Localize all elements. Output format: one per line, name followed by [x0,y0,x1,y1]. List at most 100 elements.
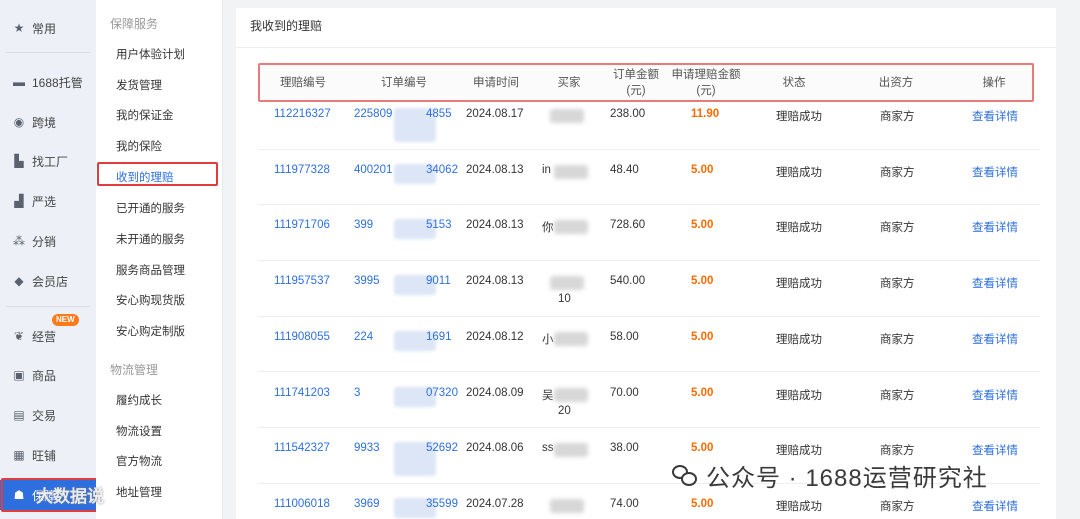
order-id-suffix[interactable]: 5153 [426,219,452,231]
globe-icon: ◉ [13,115,25,129]
table-row: 111977328 400201 34062 2024.08.13 in 48.40 5.0… [258,150,1040,206]
payer: 商家方 [880,222,915,235]
claim-id-link[interactable]: 111542327 [274,442,330,454]
shop-icon: ▦ [13,448,25,462]
payer: 商家方 [880,500,915,513]
claim-status: 理赔成功 [776,111,822,123]
menu-item-address[interactable]: 地址管理 [116,484,162,500]
nav-item-trade[interactable]: ▤ 交易 [0,400,96,430]
view-details-link[interactable]: 查看详情 [972,219,1018,235]
claim-id-link[interactable]: 111908055 [274,331,330,343]
menu-item-enabled-services[interactable]: 已开通的服务 [116,200,185,216]
apply-date: 2024.08.13 [466,219,524,232]
claim-amount: 11.90 [691,108,720,120]
claim-status: 理赔成功 [776,389,822,402]
view-details-link[interactable]: 查看详情 [972,164,1018,180]
order-id-suffix[interactable]: 34062 [426,164,458,176]
nav-item-selection[interactable]: ▟ 严选 [0,186,96,216]
order-amount: 74.00 [610,497,639,510]
menu-item-assured-custom[interactable]: 安心购定制版 [116,323,185,339]
menu-item-experience-plan[interactable]: 用户体验计划 [116,46,185,62]
claim-status: 理赔成功 [776,278,822,291]
view-details-link[interactable]: 查看详情 [972,387,1018,403]
order-id-suffix[interactable]: 1691 [426,331,452,343]
menu-item-shipping[interactable]: 发货管理 [116,77,162,93]
menu-group-title: 物流管理 [110,363,159,377]
claim-id-link[interactable]: 111977328 [274,164,330,176]
order-id-prefix[interactable]: 3995 [354,275,380,287]
table-row: 111908055 224 1691 2024.08.12 小 58.00 5.00 理赔成功… [258,317,1040,373]
payer: 商家方 [880,166,915,179]
order-id-prefix[interactable]: 3 [354,387,360,399]
nav-item-products[interactable]: ▣ 商品 [0,360,96,390]
claim-id-link[interactable]: 112216327 [274,108,331,120]
nav-item-1688-hosting[interactable]: ▬ 1688托管 [0,67,96,97]
order-id-prefix[interactable]: 225809 [354,108,392,120]
view-details-link[interactable]: 查看详情 [972,275,1018,291]
order-id-prefix[interactable]: 3969 [354,498,380,510]
apply-date: 2024.08.06 [466,442,524,455]
nav-item-operations[interactable]: ❦ 经营 NEW [0,314,96,351]
claim-amount: 5.00 [691,442,714,455]
menu-item-insurance[interactable]: 我的保险 [116,138,162,154]
buyer-name: in [542,163,551,176]
claim-amount: 5.00 [691,330,714,343]
claim-amount: 5.00 [691,163,714,176]
order-amount: 58.00 [610,330,639,343]
apply-date: 2024.07.28 [466,497,524,510]
nav-item-cross-border[interactable]: ◉ 跨境 [0,107,96,137]
claim-id-link[interactable]: 111741203 [274,387,330,399]
view-details-link[interactable]: 查看详情 [972,442,1018,458]
claim-amount: 5.00 [691,497,714,510]
network-icon: ⁂ [13,234,25,248]
apply-date: 2024.08.13 [466,275,524,288]
nav-divider [6,306,90,307]
buyer-name: 小 [542,333,554,346]
nav-item-common[interactable]: ★ 常用 [0,13,96,43]
order-id-prefix[interactable]: 399 [354,219,373,231]
menu-item-service-products[interactable]: 服务商品管理 [116,262,185,278]
claim-id-link[interactable]: 111971706 [274,219,330,231]
buyer-name: 你 [542,222,554,235]
tray-icon: ▬ [13,75,25,89]
watermark-text: 公众号 · 1688运营研究社 [706,465,988,492]
menu-highlight-box [97,162,218,186]
nav-item-distribution[interactable]: ⁂ 分销 [0,226,96,256]
redacted-buyer [554,387,588,402]
chart-icon: ▟ [14,194,24,208]
apply-date: 2024.08.17 [466,108,524,120]
order-id-prefix[interactable]: 9933 [354,442,380,454]
order-amount: 70.00 [610,386,639,399]
order-amount: 38.00 [610,442,639,455]
view-details-link[interactable]: 查看详情 [972,108,1018,124]
claim-id-link[interactable]: 111957537 [274,275,330,287]
claim-id-link[interactable]: 111006018 [274,498,330,510]
handshake-icon: ❦ [13,329,25,343]
order-id-suffix[interactable]: 4855 [426,108,452,120]
menu-item-fulfillment[interactable]: 履约成长 [116,392,162,408]
order-id-prefix[interactable]: 224 [354,331,373,343]
menu-item-deposit[interactable]: 我的保证金 [116,107,174,123]
menu-item-assured-stock[interactable]: 安心购现货版 [116,292,185,308]
menu-item-logistics-settings[interactable]: 物流设置 [116,423,162,439]
order-id-suffix[interactable]: 52692 [426,442,458,454]
factory-icon: ▙ [14,154,24,168]
view-details-link[interactable]: 查看详情 [972,498,1018,514]
nav-item-shop[interactable]: ▦ 旺铺 [0,440,96,470]
order-id-suffix[interactable]: 35599 [426,498,458,510]
order-id-suffix[interactable]: 07320 [426,387,458,399]
menu-item-official-logistics[interactable]: 官方物流 [116,453,162,469]
nav-item-member-store[interactable]: ◆ 会员店 [0,266,96,296]
buyer-name-line2: 20 [558,404,571,417]
menu-item-disabled-services[interactable]: 未开通的服务 [116,231,185,247]
order-id-prefix[interactable]: 400201 [354,164,392,176]
payer: 商家方 [880,445,915,458]
table-row: 111957537 3995 9011 2024.08.13 10 540.00 5.00 理… [258,261,1040,317]
diamond-icon: ◆ [14,274,24,288]
claim-amount: 5.00 [691,219,714,232]
order-id-suffix[interactable]: 9011 [426,275,451,287]
nav-item-find-factory[interactable]: ▙ 找工厂 [0,146,96,176]
view-details-link[interactable]: 查看详情 [972,331,1018,347]
secondary-menu: 保障服务 用户体验计划 发货管理 我的保证金 我的保险 收到的理赔 已开通的服务… [96,0,223,519]
redacted-buyer [550,109,584,123]
